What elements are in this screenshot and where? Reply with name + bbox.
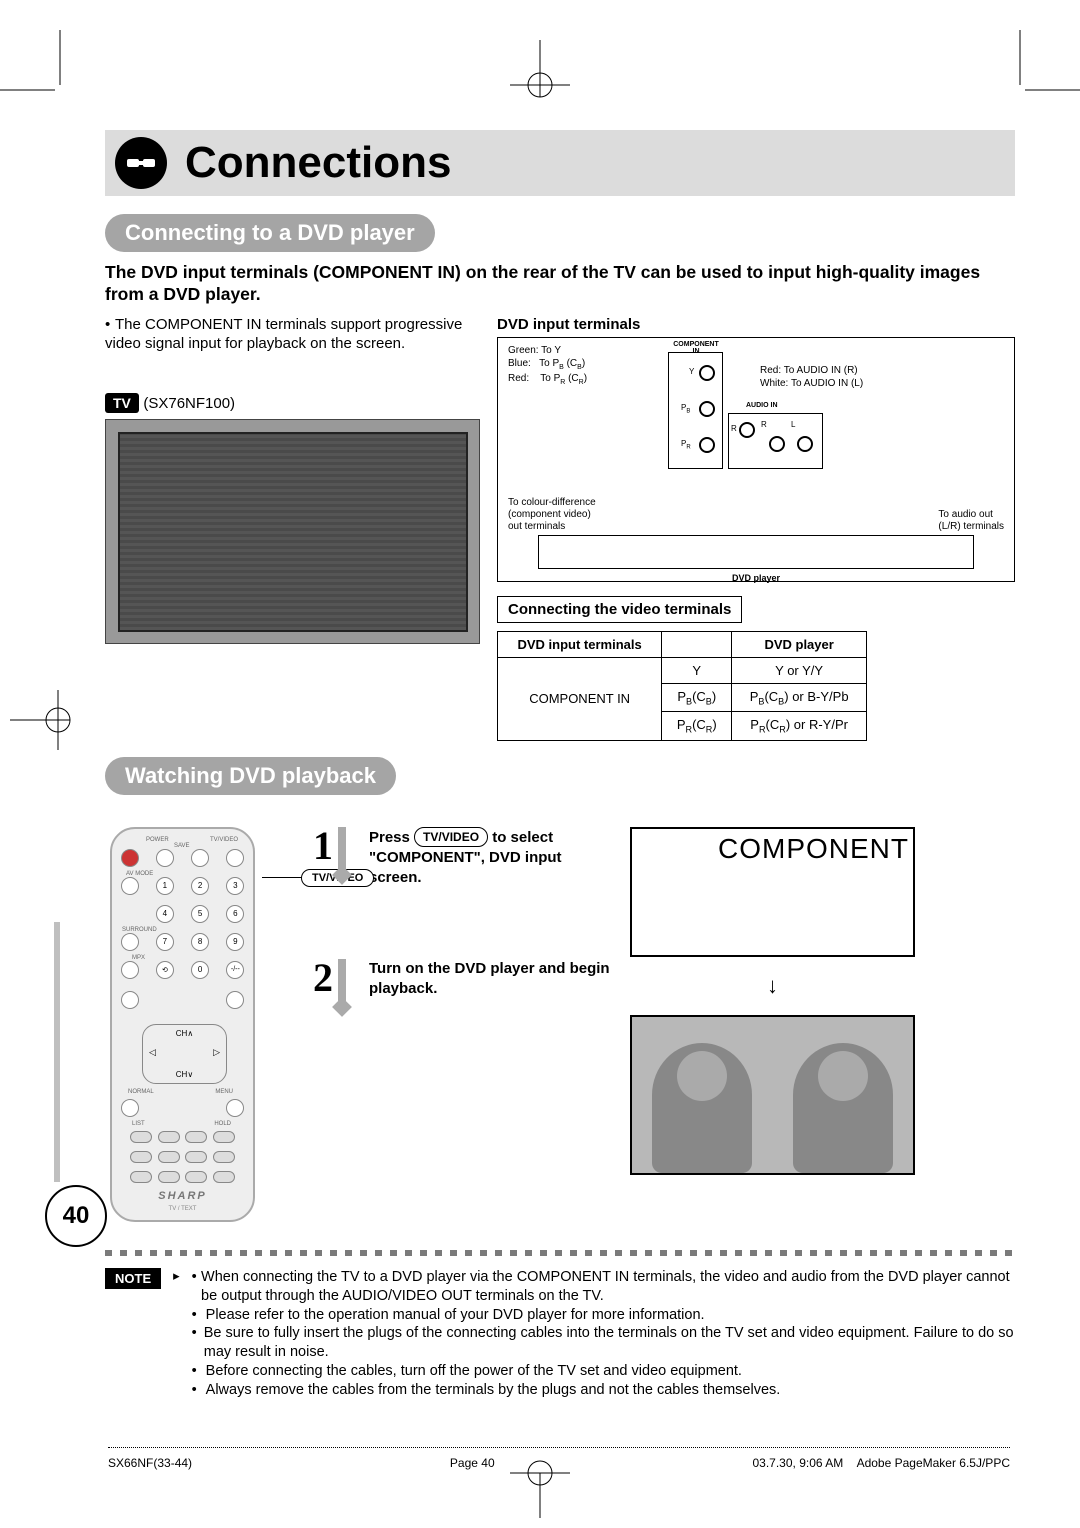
step2-text: Turn on the DVD player and begin playbac…: [369, 959, 615, 1014]
title-bar: Connections: [105, 130, 1015, 196]
td-prcr-or: PR(CR) or R-Y/Pr: [732, 712, 867, 741]
tech-footer: SX66NF(33-44) Page 40 03.7.30, 9:06 AM A…: [108, 1447, 1010, 1470]
diag-red: Red: To PR (CR): [508, 372, 587, 387]
connections-icon: [115, 137, 167, 189]
note-item: Before connecting the cables, turn off t…: [206, 1362, 742, 1381]
step-marker-icon: [333, 959, 351, 1014]
remote-subbrand: TV / TEXT: [112, 1206, 253, 1212]
tv-model: (SX76NF100): [143, 395, 235, 412]
crop-corner-tr: [980, 30, 1080, 130]
footer-date: 03.7.30, 9:06 AM: [752, 1456, 843, 1470]
section-heading-dvd-connect: Connecting to a DVD player: [105, 214, 435, 252]
note-list: •When connecting the TV to a DVD player …: [192, 1268, 1015, 1400]
td-pbcb-or: PB(CB) or B-Y/Pb: [732, 683, 867, 712]
td-prcr: PR(CR): [662, 712, 732, 741]
diag-green: Green: To Y: [508, 344, 587, 357]
remote-control-illustration: POWER SAVE TV/VIDEO 123 AV MODE 456 SURR…: [110, 827, 255, 1222]
dvd-input-title: DVD input terminals: [497, 316, 1015, 333]
down-arrow-icon: ↓: [630, 977, 915, 995]
dotted-divider: [105, 1250, 1015, 1256]
conn-subtitle: Connecting the video terminals: [497, 596, 742, 623]
td-pbcb: PB(CB): [662, 683, 732, 712]
left-accent-bar: [54, 922, 60, 1182]
note-arrow-icon: ▸: [173, 1268, 180, 1284]
remote-brand: SHARP: [112, 1190, 253, 1202]
callout-line: [262, 877, 302, 878]
crop-mark-top: [490, 40, 590, 100]
td-y-or-yy: Y or Y/Y: [732, 657, 867, 683]
tv-video-button-label: TV/VIDEO: [414, 827, 488, 847]
step1-text: Press TV/VIDEO to select "COMPONENT", DV…: [369, 827, 615, 889]
note-item: Be sure to fully insert the plugs of the…: [204, 1324, 1015, 1362]
note-item: When connecting the TV to a DVD player v…: [201, 1268, 1015, 1306]
dvd-connection-diagram: Green: To Y Blue: To PB (CB) Red: To PR …: [497, 337, 1015, 582]
td-component-in: COMPONENT IN: [498, 657, 662, 740]
tv-rear-photo: [105, 419, 480, 644]
th-dvd-player: DVD player: [732, 631, 867, 657]
diag-audioin: AUDIO IN: [746, 402, 778, 409]
diag-dvdplayer: DVD player: [498, 573, 1014, 583]
note-item: Always remove the cables from the termin…: [206, 1381, 781, 1400]
footer-page: Page 40: [450, 1456, 495, 1470]
connection-table: DVD input terminals DVD player COMPONENT…: [497, 631, 867, 741]
section-heading-watching: Watching DVD playback: [105, 757, 396, 795]
footer-doc: SX66NF(33-44): [108, 1456, 192, 1470]
intro-text: The DVD input terminals (COMPONENT IN) o…: [105, 262, 1015, 306]
osd-text: COMPONENT: [718, 833, 909, 865]
diag-colour-diff: To colour-difference (component video) o…: [508, 497, 596, 533]
page-title: Connections: [185, 138, 451, 188]
bullet-text: The COMPONENT IN terminals support progr…: [105, 316, 462, 352]
crop-corner-tl: [0, 30, 100, 130]
tv-badge: TV: [105, 393, 139, 413]
th-dvd-input: DVD input terminals: [498, 631, 662, 657]
crop-mark-left: [10, 670, 80, 770]
diag-audio-out: To audio out (L/R) terminals: [938, 509, 1004, 533]
diag-audio-labels: Red: To AUDIO IN (R) White: To AUDIO IN …: [760, 364, 863, 391]
td-y: Y: [662, 657, 732, 683]
footer-app: Adobe PageMaker 6.5J/PPC: [857, 1456, 1010, 1470]
bullet-component-in: •The COMPONENT IN terminals support prog…: [105, 316, 485, 354]
step-number-2: 2: [295, 959, 333, 1014]
page-number: 40: [45, 1185, 107, 1247]
note-badge: NOTE: [105, 1268, 161, 1289]
diag-blue: Blue: To PB (CB): [508, 357, 587, 372]
osd-screen-component: COMPONENT: [630, 827, 915, 957]
playback-photo: [630, 1015, 915, 1175]
note-item: Please refer to the operation manual of …: [206, 1306, 705, 1325]
